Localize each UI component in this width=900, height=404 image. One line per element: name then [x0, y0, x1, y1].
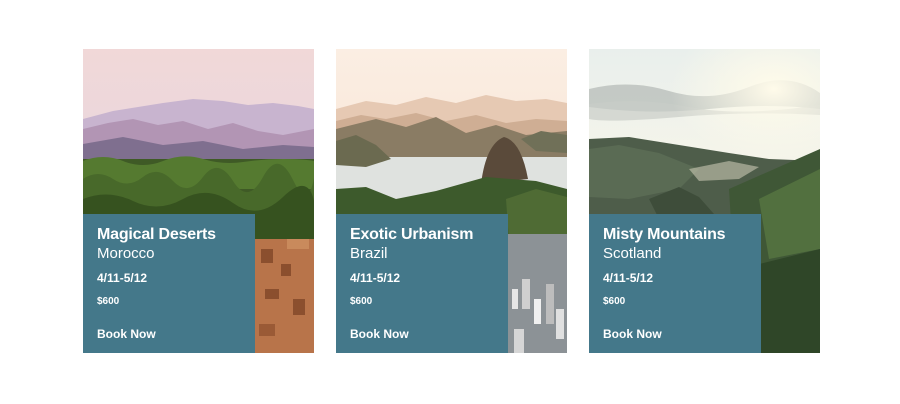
- trip-location: Morocco: [97, 245, 155, 262]
- trip-dates: 4/11-5/12: [603, 271, 654, 285]
- trip-card-brazil[interactable]: Exotic Urbanism Brazil 4/11-5/12 $600 Bo…: [336, 49, 567, 353]
- trip-location: Brazil: [350, 245, 388, 262]
- trip-title: Exotic Urbanism: [350, 226, 474, 243]
- trip-info-panel: Misty Mountains Scotland 4/11-5/12 $600 …: [589, 214, 761, 353]
- trip-card-scotland[interactable]: Misty Mountains Scotland 4/11-5/12 $600 …: [589, 49, 820, 353]
- trip-price: $600: [350, 296, 373, 307]
- trip-dates: 4/11-5/12: [97, 271, 148, 285]
- trip-info-panel: Magical Deserts Morocco 4/11-5/12 $600 B…: [83, 214, 255, 353]
- trip-price: $600: [603, 296, 626, 307]
- trip-location: Scotland: [603, 245, 662, 262]
- trip-title: Misty Mountains: [603, 226, 726, 243]
- book-now-button[interactable]: Book Now: [603, 327, 662, 341]
- trip-info-panel: Exotic Urbanism Brazil 4/11-5/12 $600 Bo…: [336, 214, 508, 353]
- book-now-button[interactable]: Book Now: [350, 327, 409, 341]
- trip-title: Magical Deserts: [97, 226, 216, 243]
- trip-dates: 4/11-5/12: [350, 271, 401, 285]
- book-now-button[interactable]: Book Now: [97, 327, 156, 341]
- trip-card-morocco[interactable]: Magical Deserts Morocco 4/11-5/12 $600 B…: [83, 49, 314, 353]
- trip-price: $600: [97, 296, 120, 307]
